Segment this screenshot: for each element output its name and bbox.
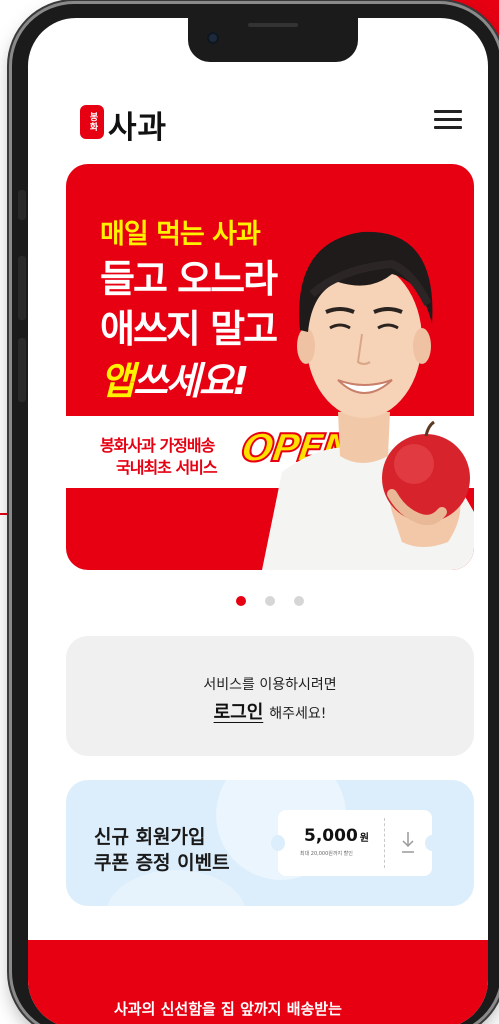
signup-coupon-banner[interactable]: 신규 회원가입 쿠폰 증정 이벤트 5,000 원 최대 20,000원까지 할인 — [66, 780, 474, 906]
ticket-notch-left — [271, 835, 285, 851]
coupon-ticket[interactable]: 5,000 원 최대 20,000원까지 할인 — [271, 810, 439, 876]
promo-banner[interactable]: 매일 먹는 사과 들고 오느라 애쓰지 말고 앱쓰세요! 봉화사과 가정배송 국… — [66, 164, 474, 570]
ticket-notch-right — [425, 835, 439, 851]
phone-notch — [188, 18, 358, 62]
coupon-note: 최대 20,000원까지 할인 — [300, 851, 353, 857]
coupon-amount-value: 5,000 — [304, 826, 358, 846]
phone-mute-switch — [18, 190, 26, 220]
carousel-indicator — [28, 596, 488, 608]
banner-headline-4-rest: 쓰세요! — [132, 359, 249, 403]
banner-headline-1: 매일 먹는 사과 — [100, 219, 261, 250]
login-suffix: 해주세요! — [269, 706, 327, 722]
login-message: 서비스를 이용하시려면 — [203, 677, 337, 693]
logo-seal-text: 봉화 — [87, 112, 98, 132]
speaker-grille — [248, 23, 298, 27]
banner-sub-1: 봉화사과 가정배송 — [100, 436, 215, 455]
download-arrow-icon[interactable] — [396, 828, 420, 858]
banner-headline-4-accent: 앱 — [100, 359, 135, 403]
coupon-amount-unit: 원 — [359, 833, 369, 844]
coupon-title-line-1: 신규 회원가입 — [94, 826, 206, 848]
coupon-title-line-2: 쿠폰 증정 이벤트 — [94, 852, 230, 874]
model-holding-apple-photo — [262, 231, 474, 570]
logo-text[interactable]: 사과 — [108, 102, 167, 147]
logo-seal[interactable]: 봉화 — [80, 105, 104, 139]
ticket-divider — [384, 818, 385, 868]
bottom-section-text: 사과의 신선함을 집 앞까지 배송받는 — [114, 1000, 342, 1018]
banner-sub-2: 국내최초 서비스 — [116, 458, 218, 477]
app-header: 봉화 사과 — [28, 102, 488, 148]
login-prompt-card: 서비스를 이용하시려면 로그인 해주세요! — [66, 636, 474, 756]
bottom-red-section: 사과의 신선함을 집 앞까지 배송받는 — [28, 940, 488, 1024]
carousel-dot-3[interactable] — [294, 596, 304, 606]
hamburger-menu-icon[interactable] — [434, 108, 464, 132]
login-row: 로그인 해주세요! — [66, 698, 474, 724]
banner-headline-4: 앱쓰세요! — [100, 350, 249, 405]
carousel-dot-2[interactable] — [265, 596, 275, 606]
front-camera-icon — [207, 32, 219, 44]
coupon-amount: 5,000 원 — [304, 826, 369, 846]
phone-screen: 봉화 사과 매일 먹는 사과 들고 오느라 애쓰지 말고 앱쓰세요! 봉화사과 … — [28, 18, 488, 1024]
phone-volume-down-button — [18, 338, 26, 402]
phone-volume-up-button — [18, 256, 26, 320]
carousel-dot-1[interactable] — [236, 596, 246, 606]
login-link[interactable]: 로그인 — [214, 702, 264, 723]
coupon-glow-decoration-2 — [106, 870, 246, 906]
phone-frame: 봉화 사과 매일 먹는 사과 들고 오느라 애쓰지 말고 앱쓰세요! 봉화사과 … — [12, 4, 499, 1024]
